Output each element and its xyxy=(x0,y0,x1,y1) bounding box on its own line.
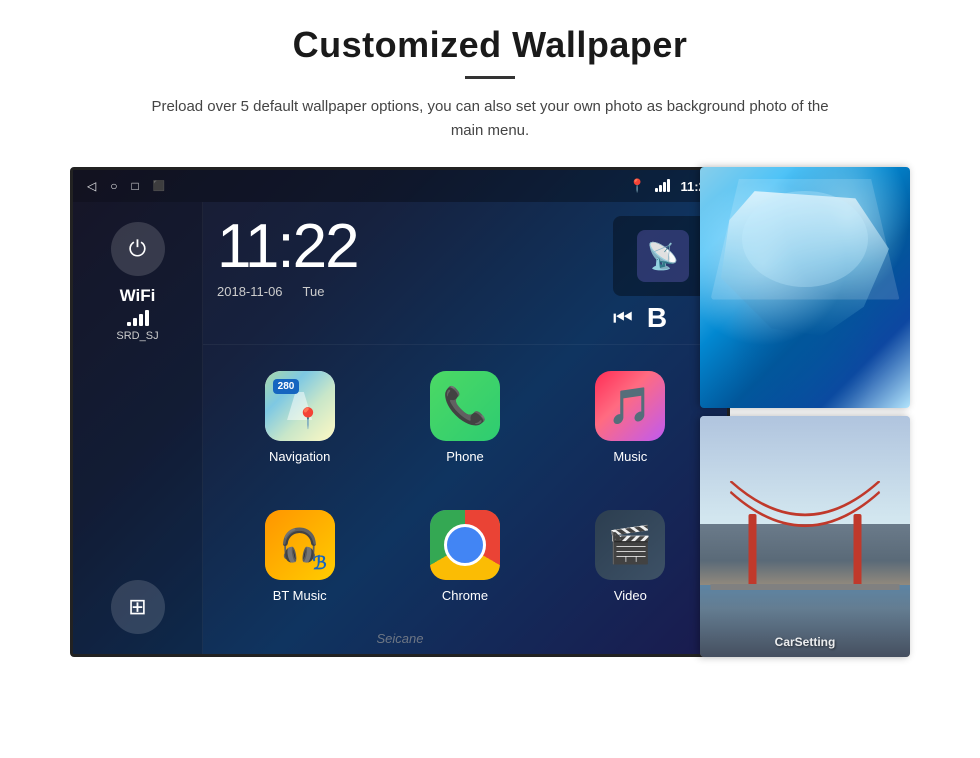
title-divider xyxy=(465,76,515,79)
status-bar: ◁ ○ □ ⬛ 📍 11:22 xyxy=(73,170,727,202)
media-controls: ⏮ B xyxy=(613,302,713,334)
home-icon[interactable]: ○ xyxy=(110,179,117,193)
video-icon: 🎬 xyxy=(595,510,665,580)
chrome-icon xyxy=(430,510,500,580)
carsetting-label: CarSetting xyxy=(775,635,836,649)
wifi-label: WiFi xyxy=(116,286,158,306)
signal-icon xyxy=(655,180,670,192)
media-broadcast-icon: 📡 xyxy=(647,241,679,272)
phone-glyph: 📞 xyxy=(443,385,488,427)
time-widget: 11:22 2018-11-06 Tue xyxy=(217,216,599,334)
media-letter-b: B xyxy=(647,302,667,334)
sidebar: ⏻ WiFi SRD_SJ xyxy=(73,202,203,654)
page-title: Customized Wallpaper xyxy=(293,24,688,66)
bt-music-icon: 🎧 ℬ xyxy=(265,510,335,580)
media-widget[interactable]: 📡 xyxy=(613,216,713,296)
bridge-cables xyxy=(711,481,900,589)
apps-grid-button[interactable]: ⊞ xyxy=(111,580,165,634)
date-display: 2018-11-06 Tue xyxy=(217,284,599,299)
back-icon[interactable]: ◁ xyxy=(87,179,96,193)
music-glyph: 🎵 xyxy=(608,385,653,427)
clapboard-glyph: 🎬 xyxy=(608,524,653,566)
app-phone[interactable]: 📞 Phone xyxy=(382,361,547,500)
wifi-bars xyxy=(116,310,158,326)
status-bar-left: ◁ ○ □ ⬛ xyxy=(87,179,165,193)
time-display: 11:22 xyxy=(217,216,599,278)
top-widgets: 11:22 2018-11-06 Tue 📡 xyxy=(203,202,727,345)
music-icon: 🎵 xyxy=(595,371,665,441)
power-icon: ⏻ xyxy=(129,236,146,262)
nav-label: Navigation xyxy=(269,449,330,464)
bt-music-label: BT Music xyxy=(273,588,327,603)
wallpaper-ice[interactable] xyxy=(700,167,910,408)
recent-icon[interactable]: □ xyxy=(131,179,138,193)
page-description: Preload over 5 default wallpaper options… xyxy=(150,95,830,143)
page-wrapper: Customized Wallpaper Preload over 5 defa… xyxy=(0,0,980,758)
bluetooth-symbol: ℬ xyxy=(313,553,327,574)
android-screen: ◁ ○ □ ⬛ 📍 11:22 xyxy=(70,167,730,657)
apps-grid-icon: ⊞ xyxy=(128,594,146,620)
app-music[interactable]: 🎵 Music xyxy=(548,361,713,500)
app-grid: 280 📍 Navigation 📞 Phone xyxy=(203,345,727,654)
phone-label: Phone xyxy=(446,449,484,464)
bridge-structure xyxy=(711,481,900,589)
wallpaper-panels: CarSetting xyxy=(700,167,910,657)
center-content: 11:22 2018-11-06 Tue 📡 xyxy=(203,202,727,654)
chrome-label: Chrome xyxy=(442,588,488,603)
date-text: 2018-11-06 xyxy=(217,284,283,299)
nav-badge-text: 280 xyxy=(273,379,300,394)
music-label: Music xyxy=(613,449,647,464)
app-chrome[interactable]: Chrome xyxy=(382,500,547,639)
skip-prev-button[interactable]: ⏮ xyxy=(613,305,633,331)
watermark: Seicane xyxy=(377,631,424,646)
video-label: Video xyxy=(614,588,647,603)
screen-outer: ◁ ○ □ ⬛ 📍 11:22 xyxy=(70,167,910,657)
main-content: ⏻ WiFi SRD_SJ xyxy=(73,202,727,654)
sidebar-bottom: ⊞ xyxy=(111,580,165,634)
sidebar-top: ⏻ WiFi SRD_SJ xyxy=(111,222,165,342)
nav-pin-icon: 📍 xyxy=(296,406,321,431)
top-right-area: 📡 ⏮ B xyxy=(613,216,713,334)
wifi-widget[interactable]: WiFi SRD_SJ xyxy=(116,286,158,342)
app-navigation[interactable]: 280 📍 Navigation xyxy=(217,361,382,500)
screenshot-icon[interactable]: ⬛ xyxy=(153,181,165,192)
phone-icon: 📞 xyxy=(430,371,500,441)
wifi-ssid: SRD_SJ xyxy=(116,330,158,342)
wallpaper-bridge[interactable]: CarSetting xyxy=(700,416,910,657)
app-bt-music[interactable]: 🎧 ℬ BT Music xyxy=(217,500,382,639)
power-button[interactable]: ⏻ xyxy=(111,222,165,276)
navigation-icon: 280 📍 xyxy=(265,371,335,441)
app-video[interactable]: 🎬 Video xyxy=(548,500,713,639)
day-text: Tue xyxy=(303,284,325,299)
location-icon: 📍 xyxy=(629,178,645,194)
